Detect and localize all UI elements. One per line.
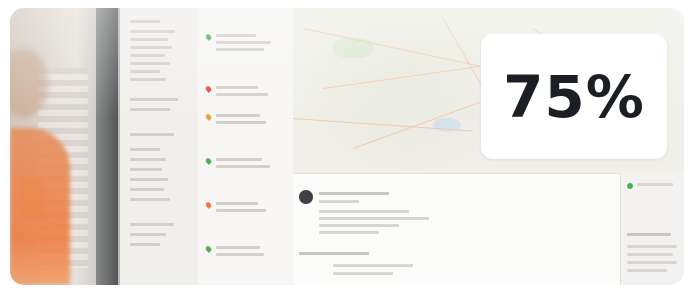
photo-card: 75% [10,8,684,285]
percentage-value: 75% [503,62,645,131]
percentage-badge: 75% [481,34,667,159]
